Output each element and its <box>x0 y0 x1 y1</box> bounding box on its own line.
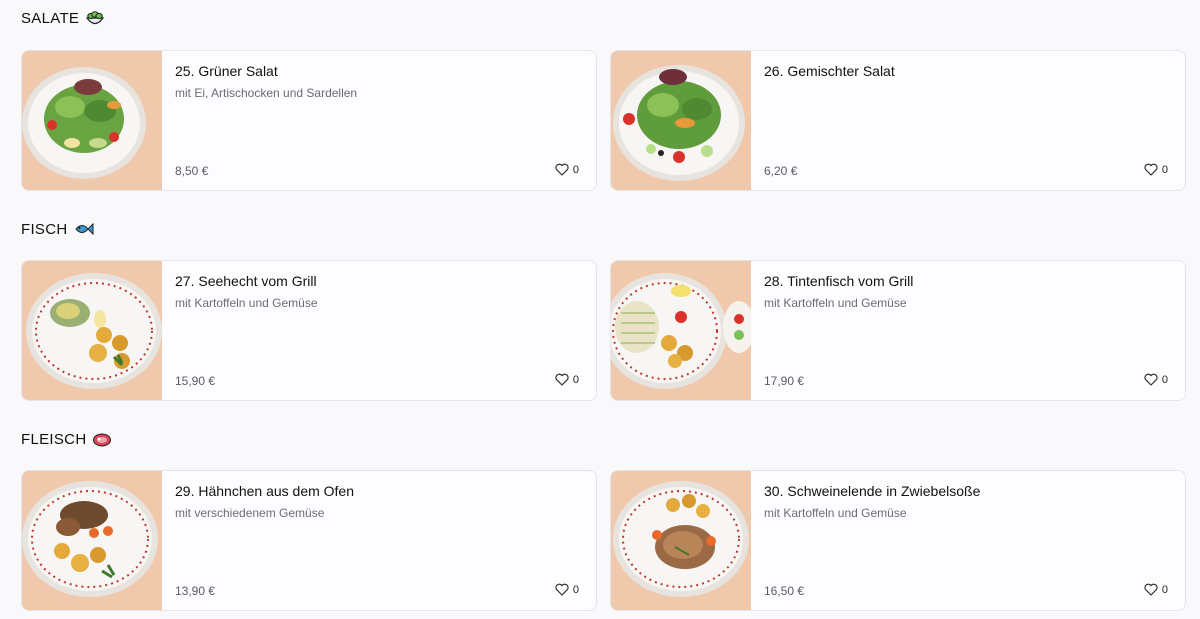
salad-photo <box>22 51 162 190</box>
menu-item-card[interactable]: 25. Grüner Salat mit Ei, Artischocken un… <box>21 50 597 191</box>
item-name: 25. Grüner Salat <box>175 63 278 79</box>
like-count: 0 <box>572 373 579 386</box>
salad-icon <box>85 9 105 27</box>
chicken-dish-photo <box>22 471 162 610</box>
pork-dish-photo <box>611 471 751 610</box>
heart-icon <box>555 583 569 596</box>
like-count: 0 <box>1161 373 1168 386</box>
section-title-text: SALATE <box>21 9 80 27</box>
item-description: mit Kartoffeln und Gemüse <box>764 296 907 310</box>
heart-icon <box>1144 163 1158 176</box>
heart-icon <box>555 373 569 386</box>
like-count: 0 <box>1161 583 1168 596</box>
item-description: mit Kartoffeln und Gemüse <box>764 506 907 520</box>
squid-dish-photo <box>611 261 751 400</box>
menu-item-card[interactable]: 27. Seehecht vom Grill mit Kartoffeln un… <box>21 260 597 401</box>
like-button[interactable]: 0 <box>1144 163 1168 176</box>
section-title-fisch: FISCH <box>21 219 94 239</box>
item-price: 16,50 € <box>764 584 805 598</box>
section-title-text: FLEISCH <box>21 430 87 448</box>
heart-icon <box>1144 373 1158 386</box>
item-name: 28. Tintenfisch vom Grill <box>764 273 914 289</box>
item-description: mit Kartoffeln und Gemüse <box>175 296 318 310</box>
like-button[interactable]: 0 <box>555 583 579 596</box>
item-name: 29. Hähnchen aus dem Ofen <box>175 483 355 499</box>
heart-icon <box>1144 583 1158 596</box>
item-name: 27. Seehecht vom Grill <box>175 273 317 289</box>
like-count: 0 <box>1161 163 1168 176</box>
item-price: 6,20 € <box>764 164 798 178</box>
item-price: 17,90 € <box>764 374 805 388</box>
item-price: 13,90 € <box>175 584 216 598</box>
like-count: 0 <box>572 163 579 176</box>
heart-icon <box>555 163 569 176</box>
section-title-fleisch: FLEISCH <box>21 429 112 449</box>
section-title-salate: SALATE <box>21 8 105 28</box>
like-button[interactable]: 0 <box>1144 373 1168 386</box>
menu-item-card[interactable]: 28. Tintenfisch vom Grill mit Kartoffeln… <box>610 260 1186 401</box>
item-description: mit Ei, Artischocken und Sardellen <box>175 86 358 100</box>
section-title-text: FISCH <box>21 220 68 238</box>
like-button[interactable]: 0 <box>555 163 579 176</box>
menu-item-card[interactable]: 30. Schweinelende in Zwiebelsoße mit Kar… <box>610 470 1186 611</box>
item-price: 15,90 € <box>175 374 216 388</box>
item-name: 26. Gemischter Salat <box>764 63 895 79</box>
like-button[interactable]: 0 <box>555 373 579 386</box>
fish-icon <box>74 220 94 238</box>
item-price: 8,50 € <box>175 164 209 178</box>
menu-item-card[interactable]: 29. Hähnchen aus dem Ofen mit verschiede… <box>21 470 597 611</box>
salad-photo <box>611 51 751 190</box>
item-name: 30. Schweinelende in Zwiebelsoße <box>764 483 981 499</box>
like-button[interactable]: 0 <box>1144 583 1168 596</box>
menu-item-card[interactable]: 26. Gemischter Salat 6,20 € 0 <box>610 50 1186 191</box>
fish-dish-photo <box>22 261 162 400</box>
meat-icon <box>92 430 112 448</box>
like-count: 0 <box>572 583 579 596</box>
item-description: mit verschiedenem Gemüse <box>175 506 325 520</box>
